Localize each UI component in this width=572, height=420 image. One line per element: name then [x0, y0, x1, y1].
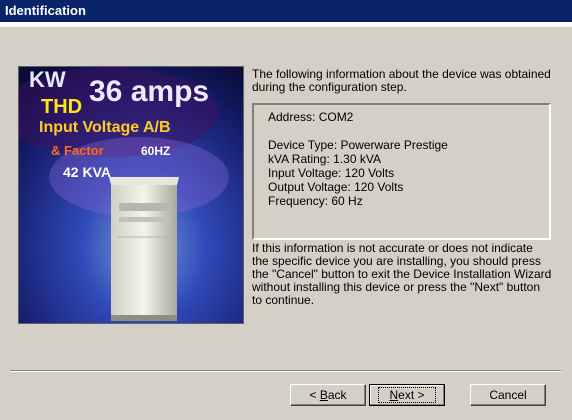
next-button[interactable]: Next >: [369, 384, 445, 406]
next-accel: N: [389, 388, 399, 402]
input-voltage-line: Input Voltage: 120 Volts: [268, 166, 395, 180]
illustration-text-kva: 42 KVA: [63, 164, 111, 180]
instruction-text: If this information is not accurate or d…: [252, 241, 552, 307]
separator: [10, 370, 561, 372]
back-button[interactable]: < Back: [290, 384, 366, 406]
back-rest: ack: [327, 388, 347, 402]
back-prefix: <: [309, 388, 320, 402]
header-strip: [0, 22, 572, 27]
back-accel: B: [319, 388, 328, 402]
next-rest: ext >: [398, 388, 425, 402]
next-focus: Next >: [378, 387, 436, 403]
illustration-text-amps: 36 amps: [89, 75, 209, 108]
illustration-text-factor: & Factor: [51, 143, 104, 158]
window-title: Identification: [5, 3, 86, 18]
illustration-text-hz: 60HZ: [141, 144, 170, 158]
illustration-text-kw: KW: [29, 67, 66, 92]
illustration-text-thd: THD: [41, 96, 82, 118]
address-line: Address: COM2: [268, 110, 354, 124]
intro-text: The following information about the devi…: [252, 67, 551, 94]
illustration-text-voltage: Input Voltage A/B: [39, 119, 171, 136]
output-voltage-line: Output Voltage: 120 Volts: [268, 180, 404, 194]
kva-rating-line: kVA Rating: 1.30 kVA: [268, 152, 381, 166]
title-bar: Identification: [0, 0, 572, 22]
frequency-line: Frequency: 60 Hz: [268, 194, 363, 208]
device-type-line: Device Type: Powerware Prestige: [268, 138, 448, 152]
cancel-button[interactable]: Cancel: [470, 384, 546, 406]
device-info-box: Address: COM2 Device Type: Powerware Pre…: [252, 103, 551, 240]
ups-illustration: KW 36 amps THD Input Voltage A/B & Facto…: [18, 66, 244, 324]
